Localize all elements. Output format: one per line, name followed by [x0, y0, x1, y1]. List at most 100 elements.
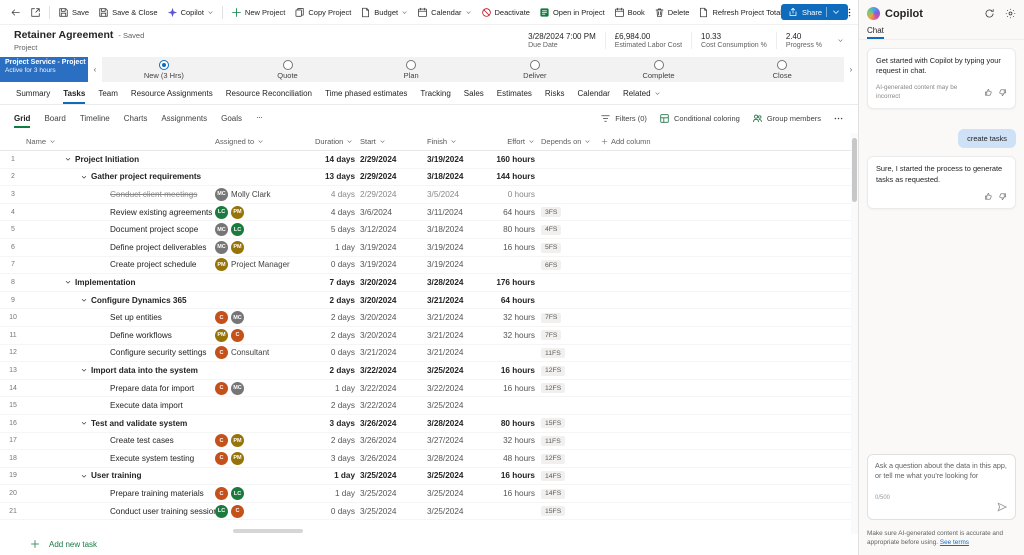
depends-on-cell[interactable]: 6FS — [537, 260, 601, 271]
avatar[interactable]: LC — [215, 505, 228, 518]
table-row[interactable]: 15Execute data import2 days3/22/20243/25… — [0, 397, 858, 415]
dependency-badge[interactable]: 12FS — [541, 383, 565, 393]
depends-on-cell[interactable]: 15FS — [537, 506, 601, 517]
avatar[interactable]: LC — [231, 487, 244, 500]
bpf-scroll-right-icon[interactable]: › — [844, 57, 858, 82]
task-name-cell[interactable]: Set up entities — [26, 313, 215, 322]
depends-on-cell[interactable]: 3FS — [537, 207, 601, 218]
dependency-badge[interactable]: 12FS — [541, 454, 565, 464]
duration-cell[interactable]: 0 days — [315, 260, 358, 269]
thumbs-down-icon[interactable] — [998, 88, 1007, 97]
expand-button[interactable] — [26, 4, 45, 21]
task-name-cell[interactable]: Prepare training materials — [26, 489, 215, 498]
assigned-to-cell[interactable]: CConsultant — [215, 346, 315, 359]
table-row[interactable]: 9Configure Dynamics 3652 days3/20/20243/… — [0, 292, 858, 310]
assigned-to-cell[interactable]: CMC — [215, 311, 315, 324]
task-name-cell[interactable]: Conduct user training sessions — [26, 507, 215, 516]
avatar[interactable]: C — [215, 346, 228, 359]
tab-related[interactable]: Related — [623, 89, 661, 104]
dependency-badge[interactable]: 6FS — [541, 260, 561, 270]
effort-cell[interactable]: 64 hours — [480, 296, 537, 305]
table-row[interactable]: 12Configure security settingsCConsultant… — [0, 345, 858, 363]
column-header-effort[interactable]: Effort — [480, 137, 537, 146]
start-date-cell[interactable]: 3/26/2024 — [358, 436, 425, 445]
start-date-cell[interactable]: 3/19/2024 — [358, 243, 425, 252]
dependency-badge[interactable]: 14FS — [541, 489, 565, 499]
finish-date-cell[interactable]: 3/21/2024 — [425, 348, 480, 357]
effort-cell[interactable]: 16 hours — [480, 243, 537, 252]
finish-date-cell[interactable]: 3/25/2024 — [425, 366, 480, 375]
avatar[interactable]: PM — [231, 452, 244, 465]
dependency-badge[interactable]: 12FS — [541, 366, 565, 376]
effort-cell[interactable]: 64 hours — [480, 208, 537, 217]
bpf-stage-quote[interactable]: Quote — [226, 57, 350, 82]
duration-cell[interactable]: 2 days — [315, 436, 358, 445]
deactivate-button[interactable]: Deactivate — [477, 4, 534, 21]
duration-cell[interactable]: 5 days — [315, 225, 358, 234]
view-tab-goals[interactable]: Goals — [221, 114, 242, 128]
depends-on-cell[interactable]: 11FS — [537, 436, 601, 447]
finish-date-cell[interactable]: 3/21/2024 — [425, 313, 480, 322]
duration-cell[interactable]: 1 day — [315, 384, 358, 393]
delete-button[interactable]: Delete — [650, 4, 694, 21]
view-tab-grid[interactable]: Grid — [14, 114, 30, 128]
view-tab-timeline[interactable]: Timeline — [80, 114, 110, 128]
dependency-badge[interactable]: 11FS — [541, 436, 565, 446]
duration-cell[interactable]: 2 days — [315, 296, 358, 305]
finish-date-cell[interactable]: 3/19/2024 — [425, 155, 480, 164]
effort-cell[interactable]: 144 hours — [480, 172, 537, 181]
task-name-cell[interactable]: Configure Dynamics 365 — [26, 296, 215, 305]
tab-resource-assignments[interactable]: Resource Assignments — [131, 89, 213, 104]
duration-cell[interactable]: 1 day — [315, 471, 358, 480]
table-row[interactable]: 17Create test casesCPM2 days3/26/20243/2… — [0, 433, 858, 451]
avatar[interactable]: PM — [231, 434, 244, 447]
start-date-cell[interactable]: 3/19/2024 — [358, 260, 425, 269]
finish-date-cell[interactable]: 3/5/2024 — [425, 190, 480, 199]
table-row[interactable]: 2Gather project requirements13 days2/29/… — [0, 169, 858, 187]
finish-date-cell[interactable]: 3/21/2024 — [425, 296, 480, 305]
dependency-badge[interactable]: 15FS — [541, 506, 565, 516]
finish-date-cell[interactable]: 3/28/2024 — [425, 419, 480, 428]
duration-cell[interactable]: 13 days — [315, 172, 358, 181]
assigned-to-cell[interactable]: CPM — [215, 452, 315, 465]
tab-resource-reconciliation[interactable]: Resource Reconciliation — [226, 89, 312, 104]
duration-cell[interactable]: 3 days — [315, 419, 358, 428]
finish-date-cell[interactable]: 3/28/2024 — [425, 454, 480, 463]
table-row[interactable]: 13Import data into the system2 days3/22/… — [0, 362, 858, 380]
bpf-stage-plan[interactable]: Plan — [349, 57, 473, 82]
start-date-cell[interactable]: 3/12/2024 — [358, 225, 425, 234]
assigned-to-cell[interactable]: CLC — [215, 487, 315, 500]
finish-date-cell[interactable]: 3/18/2024 — [425, 172, 480, 181]
finish-date-cell[interactable]: 3/25/2024 — [425, 401, 480, 410]
avatar[interactable]: PM — [215, 258, 228, 271]
duration-cell[interactable]: 0 days — [315, 348, 358, 357]
table-row[interactable]: 7Create project schedulePMProject Manage… — [0, 257, 858, 275]
table-row[interactable]: 20Prepare training materialsCLC1 day3/25… — [0, 485, 858, 503]
effort-cell[interactable]: 32 hours — [480, 313, 537, 322]
depends-on-cell[interactable]: 14FS — [537, 488, 601, 499]
depends-on-cell[interactable]: 12FS — [537, 453, 601, 464]
bpf-stage-deliver[interactable]: Deliver — [473, 57, 597, 82]
start-date-cell[interactable]: 3/22/2024 — [358, 384, 425, 393]
start-date-cell[interactable]: 3/22/2024 — [358, 366, 425, 375]
stage-dot-icon[interactable] — [159, 60, 169, 70]
task-name-cell[interactable]: Define project deliverables — [26, 243, 215, 252]
start-date-cell[interactable]: 3/6/2024 — [358, 208, 425, 217]
start-date-cell[interactable]: 3/21/2024 — [358, 348, 425, 357]
view-more-button[interactable] — [833, 113, 844, 124]
copilot-chat-input[interactable] — [875, 461, 1008, 493]
see-terms-link[interactable]: See terms — [940, 539, 969, 546]
table-row[interactable]: 5Document project scopeMCLC5 days3/12/20… — [0, 221, 858, 239]
dependency-badge[interactable]: 7FS — [541, 330, 561, 340]
new-project-button[interactable]: New Project — [227, 4, 289, 21]
column-header-name[interactable]: Name — [26, 137, 215, 146]
copilot-input-box[interactable]: 0/500 — [867, 454, 1016, 520]
vertical-scrollbar[interactable] — [851, 133, 858, 534]
task-name-cell[interactable]: Configure security settings — [26, 348, 215, 357]
budget-button[interactable]: Budget — [356, 4, 412, 21]
duration-cell[interactable]: 2 days — [315, 313, 358, 322]
assigned-to-cell[interactable]: LCC — [215, 505, 315, 518]
depends-on-cell[interactable]: 12FS — [537, 383, 601, 394]
effort-cell[interactable]: 16 hours — [480, 489, 537, 498]
finish-date-cell[interactable]: 3/25/2024 — [425, 489, 480, 498]
